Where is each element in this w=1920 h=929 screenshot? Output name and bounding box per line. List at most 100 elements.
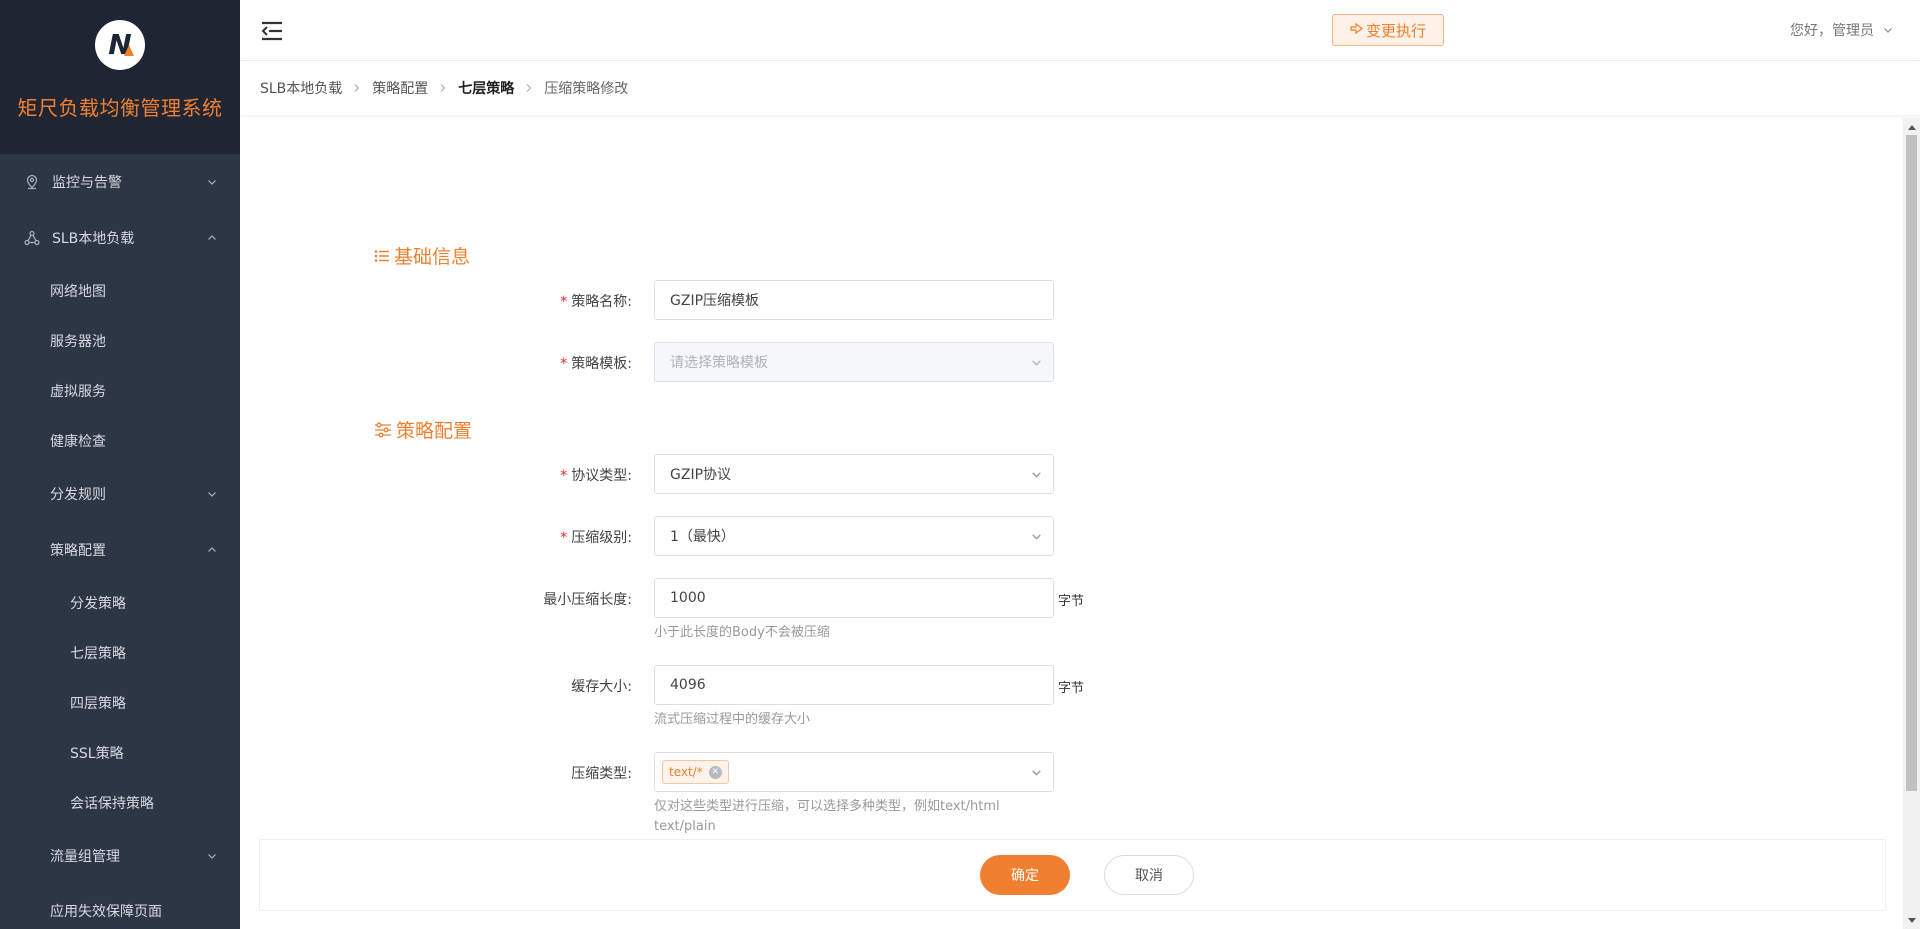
min-length-unit: 字节 [1058,594,1085,609]
sidebar-item-dispatch-rules[interactable]: 分发规则 [0,466,240,522]
sidebar-item-label: 监控与告警 [52,175,122,191]
main-content: 基础信息 * 策略名称: GZIP压缩模板 * 策略模板: 请选择策略模板 策略配置… [240,118,1903,929]
section-title-text: 策略配置 [396,420,473,442]
cancel-button[interactable]: 取消 [1104,855,1194,895]
sidebar: N 矩尺负载均衡管理系统 监控与告警 SLB本地负载 网络地图 服务器池 虚拟服… [0,0,240,929]
compress-type-label: 压缩类型: [571,766,632,782]
sidebar-item-policy-config[interactable]: 策略配置 [0,522,240,578]
policy-template-placeholder: 请选择策略模板 [670,355,768,371]
sidebar-item-failure-page[interactable]: 应用失效保障页面 [0,884,240,929]
chevron-up-icon [208,547,216,552]
policy-name-input[interactable]: GZIP压缩模板 [654,280,1054,320]
sidebar-item-l7-policy[interactable]: 七层策略 [0,628,240,678]
section-policy-config: 策略配置 [374,416,472,443]
sidebar-item-label: 服务器池 [50,334,106,350]
chevron-down-icon [1032,534,1041,540]
sidebar-item-l4-policy[interactable]: 四层策略 [0,678,240,728]
policy-name-label: * 策略名称: [560,294,632,310]
cache-size-input[interactable]: 4096 [654,665,1054,705]
app-title: 矩尺负载均衡管理系统 [17,96,223,120]
sidebar-item-session-policy[interactable]: 会话保持策略 [0,778,240,828]
sidebar-item-ssl-policy[interactable]: SSL策略 [0,728,240,778]
change-execute-button[interactable]: 变更执行 [1332,14,1444,46]
chevron-down-icon [208,854,216,859]
sidebar-item-network-map[interactable]: 网络地图 [0,266,240,316]
breadcrumb-item[interactable]: 策略配置 [372,78,428,98]
breadcrumb-item[interactable]: SLB本地负载 [260,78,342,98]
chevron-right-icon [438,83,448,93]
sidebar-item-dispatch-policy[interactable]: 分发策略 [0,578,240,628]
cache-size-label: 缓存大小: [571,679,632,695]
brand-logo-icon: N [95,20,145,70]
chevron-up-icon [208,235,216,240]
scroll-up-arrow-icon[interactable] [1903,118,1920,135]
section-title-text: 基础信息 [394,246,471,268]
sidebar-item-server-pool[interactable]: 服务器池 [0,316,240,366]
location-pin-icon [24,174,40,190]
min-length-value: 1000 [670,590,706,606]
sidebar-item-label: 七层策略 [70,646,126,662]
compress-type-select[interactable]: text/* ✕ [654,752,1054,792]
breadcrumb-current: 压缩策略修改 [544,81,629,97]
chevron-down-icon [1884,28,1892,33]
sidebar-item-label: 虚拟服务 [50,384,106,400]
menu-fold-icon[interactable] [260,20,284,42]
brand: N 矩尺负载均衡管理系统 [0,0,240,154]
sidebar-item-label: 网络地图 [50,284,106,300]
tag-close-icon[interactable]: ✕ [708,765,722,779]
compress-type-tag[interactable]: text/* ✕ [662,760,729,784]
scrollbar-thumb[interactable] [1906,135,1917,791]
section-basic-info: 基础信息 [374,242,470,269]
protocol-type-label: * 协议类型: [560,468,632,484]
chevron-down-icon [208,180,216,185]
chevron-right-icon [524,83,534,93]
sidebar-item-label: SSL策略 [70,746,124,762]
compress-level-value: 1（最快） [670,529,735,545]
min-length-hint: 小于此长度的Body不会被压缩 [654,625,830,640]
protocol-type-value: GZIP协议 [670,467,732,483]
sidebar-item-label: 流量组管理 [50,849,120,865]
sidebar-item-traffic-group[interactable]: 流量组管理 [0,828,240,884]
chevron-down-icon [1032,360,1041,366]
cache-size-unit: 字节 [1058,681,1085,696]
compress-type-hint: 仅对这些类型进行压缩，可以选择多种类型，例如text/html text/pla… [654,799,1000,834]
sidebar-item-label: SLB本地负载 [52,231,135,247]
policy-template-select[interactable]: 请选择策略模板 [654,342,1054,382]
change-execute-label: 变更执行 [1365,21,1426,40]
min-length-label: 最小压缩长度: [543,592,632,608]
sliders-icon [375,422,391,437]
chevron-down-icon [1032,770,1041,776]
cache-size-hint: 流式压缩过程中的缓存大小 [654,712,811,727]
sidebar-menu: 监控与告警 SLB本地负载 网络地图 服务器池 虚拟服务 健康检查 分发规则 策… [0,154,240,929]
sidebar-item-monitoring[interactable]: 监控与告警 [0,154,240,210]
greeting-text: 您好，管理员 [1790,23,1874,39]
list-icon [374,249,389,262]
compress-level-label: * 压缩级别: [560,530,632,546]
chevron-down-icon [1032,472,1041,478]
sidebar-item-label: 健康检查 [50,434,106,450]
chevron-right-icon [352,83,362,93]
breadcrumb-item[interactable]: 七层策略 [458,78,514,98]
vertical-scrollbar[interactable] [1903,118,1920,929]
sidebar-item-label: 应用失效保障页面 [50,904,162,920]
user-menu[interactable]: 您好，管理员 [1790,20,1894,40]
breadcrumb: SLB本地负载 策略配置 七层策略 压缩策略修改 [240,61,1920,115]
sidebar-item-slb[interactable]: SLB本地负载 [0,210,240,266]
cache-size-value: 4096 [670,677,706,693]
sidebar-item-label: 会话保持策略 [70,796,154,812]
sidebar-item-health-check[interactable]: 健康检查 [0,416,240,466]
sidebar-item-virtual-service[interactable]: 虚拟服务 [0,366,240,416]
min-length-input[interactable]: 1000 [654,578,1054,618]
compress-level-select[interactable]: 1（最快） [654,516,1054,556]
sidebar-item-label: 策略配置 [50,543,106,559]
policy-template-label: * 策略模板: [560,356,632,372]
protocol-type-select[interactable]: GZIP协议 [654,454,1054,494]
top-header: 变更执行 您好，管理员 [240,0,1920,61]
form-footer: 确定 取消 [259,839,1886,911]
sidebar-item-label: 分发规则 [50,487,106,503]
policy-name-value: GZIP压缩模板 [670,293,760,309]
scroll-down-arrow-icon[interactable] [1903,912,1920,929]
sidebar-item-label: 四层策略 [70,696,126,712]
network-nodes-icon [24,230,40,246]
confirm-button[interactable]: 确定 [980,855,1070,895]
